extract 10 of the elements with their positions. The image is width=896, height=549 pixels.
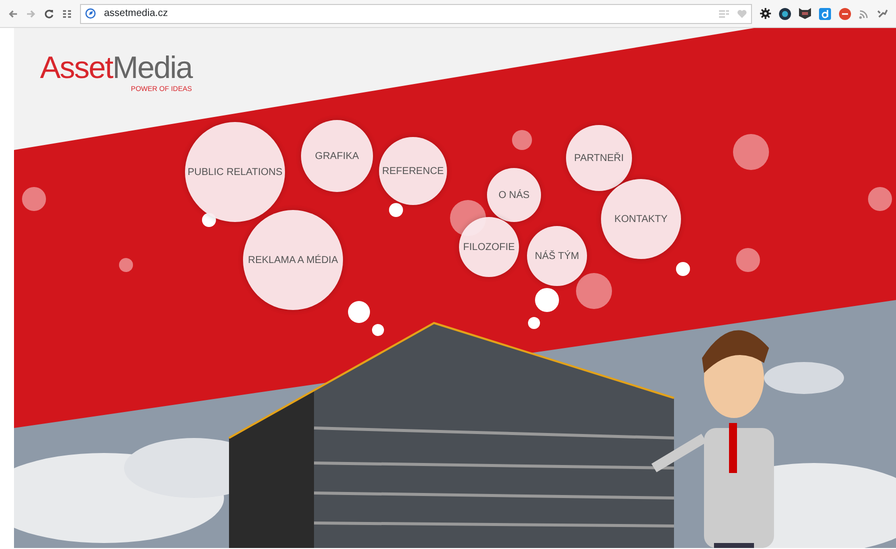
apps-icon[interactable] xyxy=(62,8,72,18)
back-icon[interactable] xyxy=(8,8,18,18)
url-text: assetmedia.cz xyxy=(104,7,168,21)
letter-d-icon[interactable] xyxy=(819,8,831,20)
reload-icon[interactable] xyxy=(44,8,54,18)
rss-icon[interactable] xyxy=(859,8,869,18)
stop-sign-icon[interactable] xyxy=(839,8,851,20)
gear-icon[interactable] xyxy=(760,8,771,19)
compass-icon xyxy=(85,8,96,19)
color-wheel-icon[interactable] xyxy=(779,8,791,20)
